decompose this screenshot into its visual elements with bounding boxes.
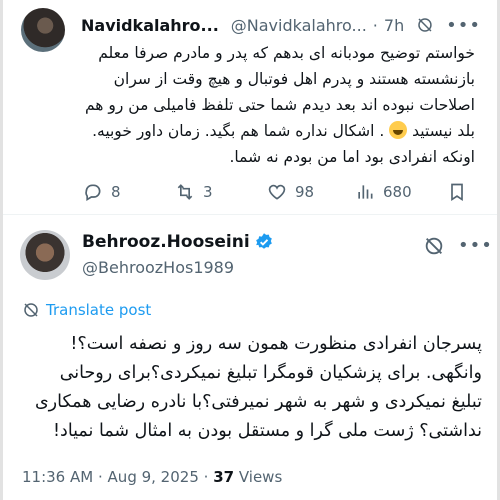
reply-icon xyxy=(85,184,101,201)
views-number: 37 xyxy=(213,468,235,486)
translate-label[interactable]: Translate post xyxy=(46,301,151,319)
main-text-line: تبلیغ نمیکردی و شهر به شهر نمیرفتی؟با نا… xyxy=(34,392,482,412)
mute-icon[interactable] xyxy=(423,235,445,257)
views-icon xyxy=(358,185,373,199)
repost-count: 3 xyxy=(203,183,213,201)
more-icon[interactable]: ••• xyxy=(458,235,493,256)
tweet-date[interactable]: Aug 9, 2025 xyxy=(108,468,199,486)
reply-text-line: اونکه انفرادی بود اما من بودم نه شما. xyxy=(229,148,475,166)
bookmark-icon xyxy=(451,183,463,202)
reply-text-line: بازنشسته هستند و پدرم اهل فوتبال و هیچ و… xyxy=(113,70,475,88)
meta-separator: · xyxy=(203,468,209,486)
reply-text-line: اصلاحات نبوده اند بعد دیدم شما حتی تلفظ … xyxy=(84,96,475,114)
more-icon[interactable]: ••• xyxy=(446,15,481,36)
reply-display-name[interactable]: Navidkalahro... xyxy=(81,16,219,35)
bookmark-button[interactable] xyxy=(447,182,477,202)
reply-handle[interactable]: @Navidkalahro... xyxy=(231,16,367,35)
verified-icon xyxy=(255,233,272,249)
reply-text-line: خواستم توضیح مودبانه ای بدهم که پدر و ما… xyxy=(98,44,475,62)
views-button[interactable]: 680 xyxy=(355,182,447,202)
grinning-emoji-icon xyxy=(389,121,408,139)
views-label: Views xyxy=(238,468,283,486)
reply-text: خواستم توضیح مودبانه ای بدهم که پدر و ما… xyxy=(77,40,475,170)
reply-tweet[interactable]: Navidkalahro... @Navidkalahro... · 7h ••… xyxy=(3,0,497,214)
tweet-meta: 11:36 AM · Aug 9, 2025 · 37 Views xyxy=(22,468,282,486)
translate-post-link[interactable]: Translate post xyxy=(22,301,151,319)
main-tweet-text: پسرجان انفرادی منظورت همون سه روز و نصفه… xyxy=(18,330,482,446)
like-icon xyxy=(268,184,286,200)
reply-button[interactable]: 8 xyxy=(83,182,175,202)
main-text-line: وانگهی. برای پزشکیان قومگرا تبلیغ نمیکرد… xyxy=(59,363,482,383)
main-avatar[interactable] xyxy=(20,230,70,280)
meta-separator: · xyxy=(97,468,103,486)
repost-button[interactable]: 3 xyxy=(175,182,267,202)
tweet-divider xyxy=(3,214,497,215)
reply-text-fragment: بلد نیستید xyxy=(412,122,475,140)
main-author[interactable]: Behrooz.Hooseini xyxy=(82,232,274,252)
mute-icon[interactable] xyxy=(416,14,434,36)
reply-header: Navidkalahro... @Navidkalahro... · 7h ••… xyxy=(81,14,481,36)
reply-count: 8 xyxy=(111,183,121,201)
reply-text-fragment: . اشکال نداره شما هم بگید. زمان داور خوب… xyxy=(92,122,385,140)
main-text-line: پسرجان انفرادی منظورت همون سه روز و نصفه… xyxy=(70,334,482,354)
reply-separator: · xyxy=(372,15,378,35)
views-count: 680 xyxy=(383,183,412,201)
like-button[interactable]: 98 xyxy=(267,182,355,202)
tweet-time[interactable]: 11:36 AM xyxy=(22,468,93,486)
reply-time[interactable]: 7h xyxy=(384,16,404,35)
main-handle[interactable]: @BehroozHos1989 xyxy=(82,258,234,277)
like-count: 98 xyxy=(295,183,315,201)
reply-action-bar: 8 3 98 680 xyxy=(83,180,483,204)
repost-icon xyxy=(177,184,193,200)
translate-icon xyxy=(24,303,38,317)
reply-text-line: بلد نیستید . اشکال نداره شما هم بگید. زم… xyxy=(77,118,475,144)
reply-avatar[interactable] xyxy=(21,8,65,52)
main-display-name[interactable]: Behrooz.Hooseini xyxy=(82,232,250,252)
main-text-line: نداشتی؟ ژست ملی گرا و مستقل بودن به امثا… xyxy=(53,421,482,441)
